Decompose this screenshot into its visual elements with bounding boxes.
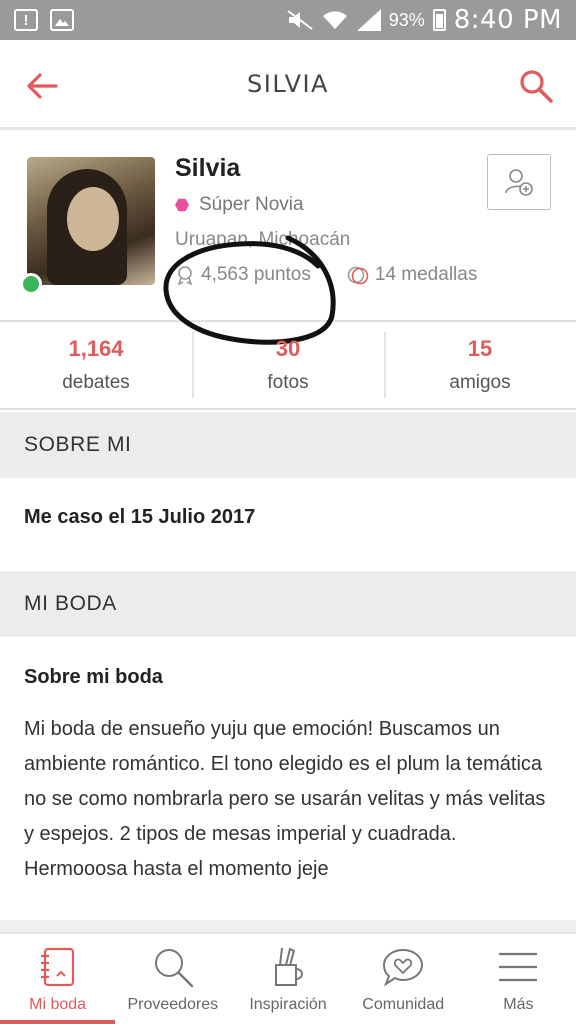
counter-label: fotos xyxy=(267,372,309,393)
section-heading-mi-boda: MI BODA xyxy=(0,571,576,637)
profile-stats: 4,563 puntos 14 medallas xyxy=(175,264,477,286)
profile-card: Silvia Súper Novia Uruapan, Michoacán 4,… xyxy=(0,130,576,322)
counter-label: debates xyxy=(62,372,130,393)
nav-item-comunidad[interactable]: Comunidad xyxy=(346,934,461,1024)
wedding-subtitle: Sobre mi boda xyxy=(24,666,163,688)
alert-icon: ! xyxy=(14,9,38,31)
medals-stat[interactable]: 14 medallas xyxy=(347,264,477,286)
page-title: SILVIA xyxy=(247,69,329,98)
counter-label: amigos xyxy=(449,372,511,393)
menu-icon xyxy=(499,952,538,982)
status-bar: ! 93% 8:40 PM xyxy=(0,0,576,40)
profile-location: Uruapan, Michoacán xyxy=(175,229,351,250)
add-friend-button[interactable] xyxy=(487,154,551,210)
image-icon xyxy=(50,9,74,31)
battery-percent: 93% xyxy=(388,9,425,30)
add-user-icon xyxy=(505,169,533,196)
battery-icon xyxy=(432,9,446,31)
nav-item-inspiracion[interactable]: Inspiración xyxy=(230,934,345,1024)
arrow-left-icon xyxy=(27,73,58,99)
nav-item-proveedores[interactable]: Proveedores xyxy=(115,934,230,1024)
nav-label: Proveedores xyxy=(127,996,219,1013)
counter-value: 15 xyxy=(467,336,493,361)
search-icon xyxy=(520,70,553,103)
profile-rank: Súper Novia xyxy=(175,194,304,216)
nav-item-mas[interactable]: Más xyxy=(461,934,576,1024)
bottom-nav: Mi boda Proveedores Inspiración Comunida… xyxy=(0,932,576,1024)
profile-name: Silvia xyxy=(175,154,241,182)
counter-debates[interactable]: 1,164 debates xyxy=(0,322,192,408)
counter-fotos[interactable]: 30 fotos xyxy=(192,322,384,408)
section-heading-sobre-mi: SOBRE MI xyxy=(0,412,576,478)
nav-label: Mi boda xyxy=(29,996,87,1013)
points-stat[interactable]: 4,563 puntos xyxy=(175,264,311,286)
back-button[interactable] xyxy=(22,66,62,106)
hexagon-icon xyxy=(175,198,189,212)
search-button[interactable] xyxy=(516,66,556,106)
rank-label: Súper Novia xyxy=(199,194,304,215)
medal-icon xyxy=(347,266,369,285)
search-icon xyxy=(154,949,193,988)
avatar[interactable] xyxy=(27,157,155,285)
divider xyxy=(0,920,576,932)
heart-chat-icon xyxy=(383,948,424,987)
signal-icon xyxy=(356,9,381,31)
ribbon-icon xyxy=(177,266,193,285)
counter-value: 1,164 xyxy=(68,336,124,361)
wedding-date-text: Me caso el 15 Julio 2017 xyxy=(24,506,256,528)
nav-label: Más xyxy=(503,996,534,1013)
app-header: SILVIA xyxy=(0,40,576,130)
counter-amigos[interactable]: 15 amigos xyxy=(384,322,576,408)
nav-label: Inspiración xyxy=(249,996,327,1013)
counter-value: 30 xyxy=(275,336,301,361)
medals-label: 14 medallas xyxy=(374,264,478,285)
pencil-cup-icon xyxy=(275,947,303,986)
profile-counters: 1,164 debates 30 fotos 15 amigos xyxy=(0,322,576,410)
wifi-icon xyxy=(322,11,347,29)
wedding-description: Mi boda de ensueño yuju que emoción! Bus… xyxy=(24,718,546,880)
notebook-icon xyxy=(40,947,74,987)
online-status-dot xyxy=(20,273,42,295)
clock: 8:40 PM xyxy=(453,5,562,35)
mute-icon xyxy=(287,10,313,30)
nav-label: Comunidad xyxy=(362,996,445,1013)
nav-item-mi-boda[interactable]: Mi boda xyxy=(0,934,116,1024)
points-label: 4,563 puntos xyxy=(201,264,311,285)
